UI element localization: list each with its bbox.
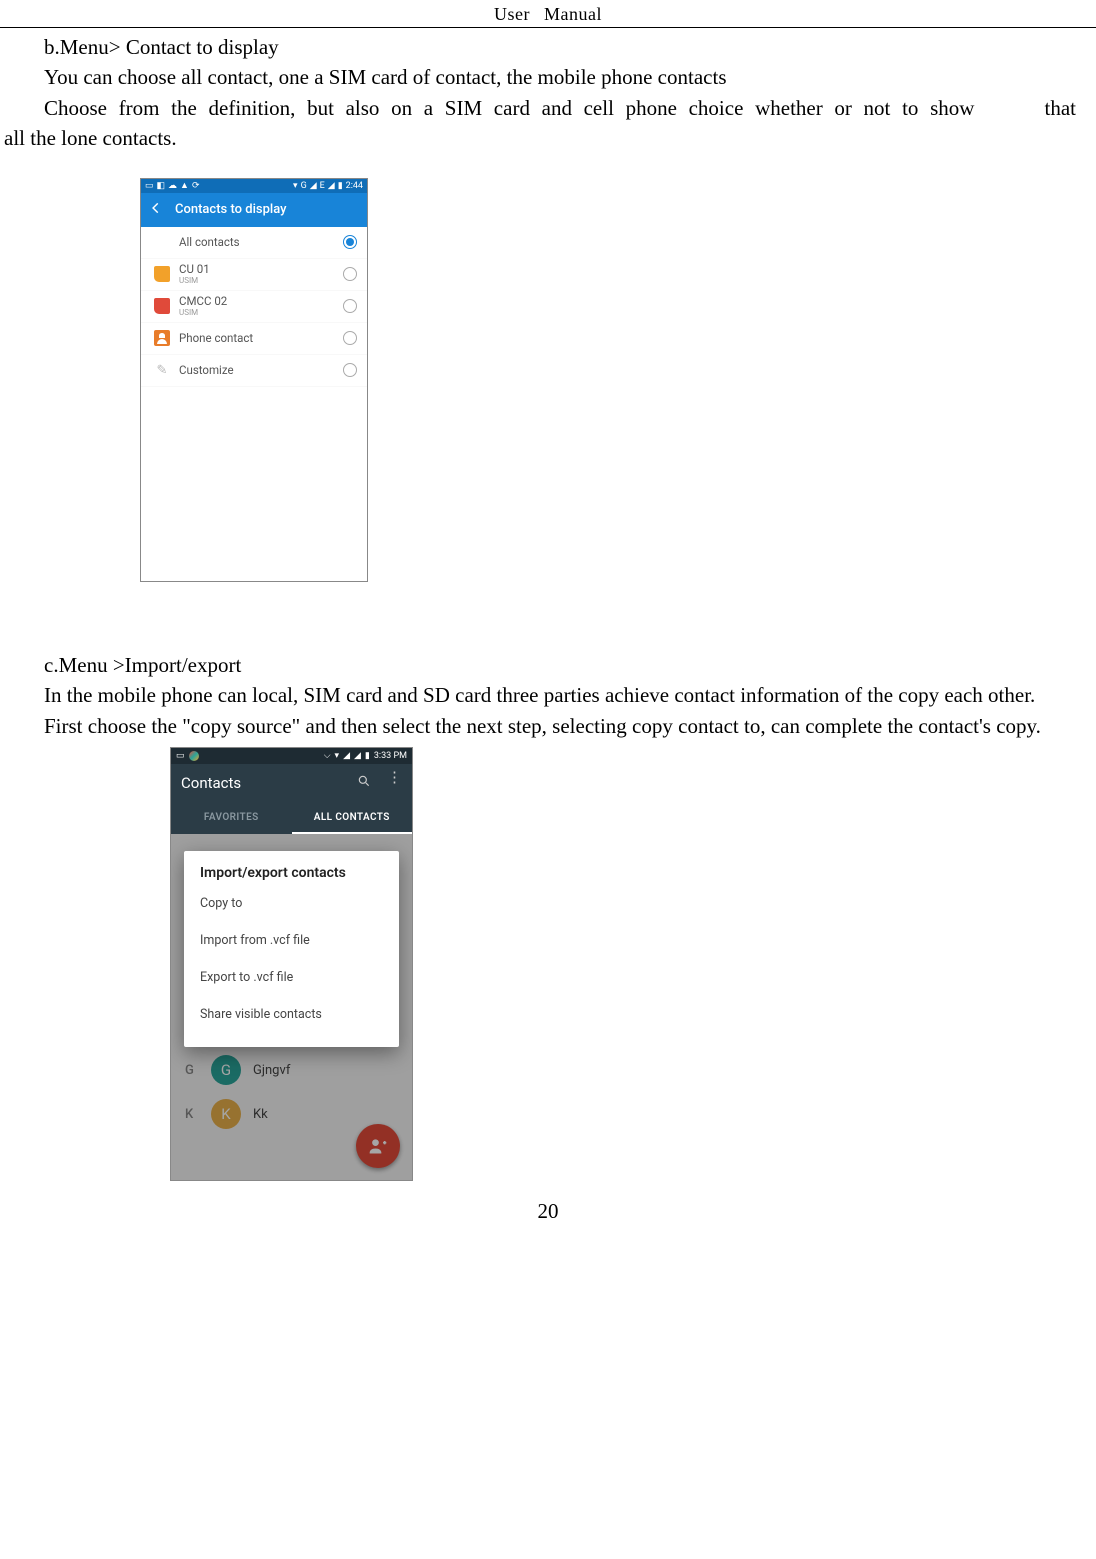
- paragraph-b-heading: b.Menu> Contact to display: [0, 32, 1096, 62]
- dialog-option-copy-to[interactable]: Copy to: [200, 885, 383, 922]
- customize-icon: ✎: [157, 363, 168, 378]
- row-cu-01[interactable]: CU 01 USIM: [141, 259, 367, 291]
- row-sublabel: USIM: [179, 309, 343, 318]
- row-sublabel: USIM: [179, 277, 343, 286]
- signal-icon: ◢: [310, 181, 317, 191]
- radio-icon[interactable]: [343, 363, 357, 377]
- overflow-menu-icon[interactable]: ⋮: [387, 774, 402, 792]
- radio-icon[interactable]: [343, 331, 357, 345]
- signal2-icon: ◢: [354, 751, 361, 761]
- row-label: Customize: [179, 364, 343, 377]
- warning-icon: ▲: [180, 180, 189, 191]
- paragraph-b-line1: You can choose all contact, one a SIM ca…: [0, 62, 1096, 92]
- paragraph-c-line2: First choose the "copy source" and then …: [0, 711, 1096, 741]
- appbar-title: Contacts to display: [175, 202, 287, 217]
- status-time: 2:44: [346, 181, 363, 191]
- document-body: b.Menu> Contact to display You can choos…: [0, 28, 1096, 1234]
- paragraph-c-heading: c.Menu >Import/export: [0, 650, 1096, 680]
- bluetooth-icon: ⌵: [324, 751, 331, 761]
- status-time: 3:33 PM: [374, 751, 407, 761]
- header-left: User: [494, 4, 530, 24]
- import-export-dialog: Import/export contacts Copy to Import fr…: [184, 851, 399, 1047]
- appbar-title: Contacts: [181, 774, 241, 792]
- status-bar: ▭ ⌵ ▾ ◢ ◢ ▮ 3:33 PM: [171, 748, 412, 764]
- row-label: CU 01: [179, 263, 343, 276]
- screenshot-import-export: ▭ ⌵ ▾ ◢ ◢ ▮ 3:33 PM Contacts: [170, 747, 413, 1181]
- update-icon: ⟳: [192, 181, 200, 191]
- wifi-icon: ▾: [335, 751, 340, 761]
- dialog-option-import-vcf[interactable]: Import from .vcf file: [200, 922, 383, 959]
- app-bar: Contacts ⋮: [171, 764, 412, 802]
- row-all-contacts[interactable]: All contacts: [141, 227, 367, 259]
- message-icon: ▭: [145, 181, 154, 191]
- row-label: CMCC 02: [179, 295, 343, 308]
- network-g-icon: G: [301, 181, 307, 191]
- row-cmcc-02[interactable]: CMCC 02 USIM: [141, 291, 367, 323]
- contacts-icon: ◧: [157, 181, 166, 191]
- battery-icon: ▮: [365, 751, 370, 761]
- tab-favorites[interactable]: FAVORITES: [171, 802, 292, 834]
- person-icon: [154, 330, 170, 346]
- dialog-option-export-vcf[interactable]: Export to .vcf file: [200, 959, 383, 996]
- header-right: Manual: [544, 4, 602, 24]
- sim-card-icon: [154, 298, 170, 314]
- page-header: User Manual: [0, 0, 1096, 28]
- row-label: All contacts: [179, 236, 343, 249]
- dialog-option-share-visible[interactable]: Share visible contacts: [200, 996, 383, 1033]
- network-e-icon: E: [320, 181, 325, 191]
- signal-icon: ◢: [343, 751, 350, 761]
- signal2-icon: ◢: [328, 181, 335, 191]
- page-number: 20: [0, 1181, 1096, 1234]
- paragraph-c-line1: In the mobile phone can local, SIM card …: [0, 680, 1096, 710]
- radio-icon[interactable]: [343, 299, 357, 313]
- paragraph-b-line2: Choose from the definition, but also on …: [0, 93, 1096, 123]
- radio-selected-icon[interactable]: [343, 235, 357, 249]
- app-icon: [189, 751, 199, 761]
- radio-icon[interactable]: [343, 267, 357, 281]
- status-bar: ▭ ◧ ☁ ▲ ⟳ ▾ G ◢ E ◢ ▮ 2:44: [141, 179, 367, 193]
- screenshot-contacts-to-display: ▭ ◧ ☁ ▲ ⟳ ▾ G ◢ E ◢ ▮ 2:44: [140, 178, 368, 582]
- dialog-title: Import/export contacts: [200, 865, 383, 881]
- paragraph-b-line3: all the lone contacts.: [0, 123, 1096, 153]
- back-arrow-icon[interactable]: [149, 201, 163, 219]
- row-customize[interactable]: ✎ Customize: [141, 355, 367, 387]
- tab-bar: FAVORITES ALL CONTACTS: [171, 802, 412, 834]
- row-phone-contact[interactable]: Phone contact: [141, 323, 367, 355]
- row-label: Phone contact: [179, 332, 343, 345]
- wifi-icon: ▾: [293, 181, 298, 191]
- message-icon: ▭: [176, 751, 185, 761]
- tab-all-contacts[interactable]: ALL CONTACTS: [292, 802, 413, 834]
- contacts-display-list: All contacts CU 01 USIM: [141, 227, 367, 581]
- sim-card-icon: [154, 266, 170, 282]
- app-bar: Contacts to display: [141, 193, 367, 227]
- battery-icon: ▮: [338, 181, 343, 191]
- cloud-icon: ☁: [168, 181, 177, 191]
- search-icon[interactable]: [357, 774, 371, 792]
